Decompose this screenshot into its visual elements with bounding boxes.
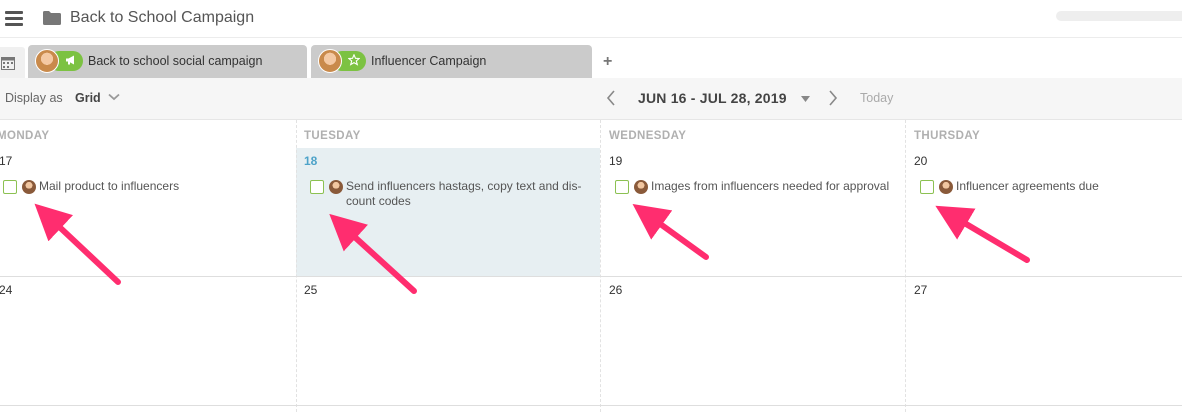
annotation-arrow xyxy=(632,203,709,260)
annotation-arrow xyxy=(34,203,121,285)
annotation-arrow xyxy=(935,205,1030,263)
annotation-arrows xyxy=(34,203,1030,294)
annotation-arrow xyxy=(329,213,417,294)
